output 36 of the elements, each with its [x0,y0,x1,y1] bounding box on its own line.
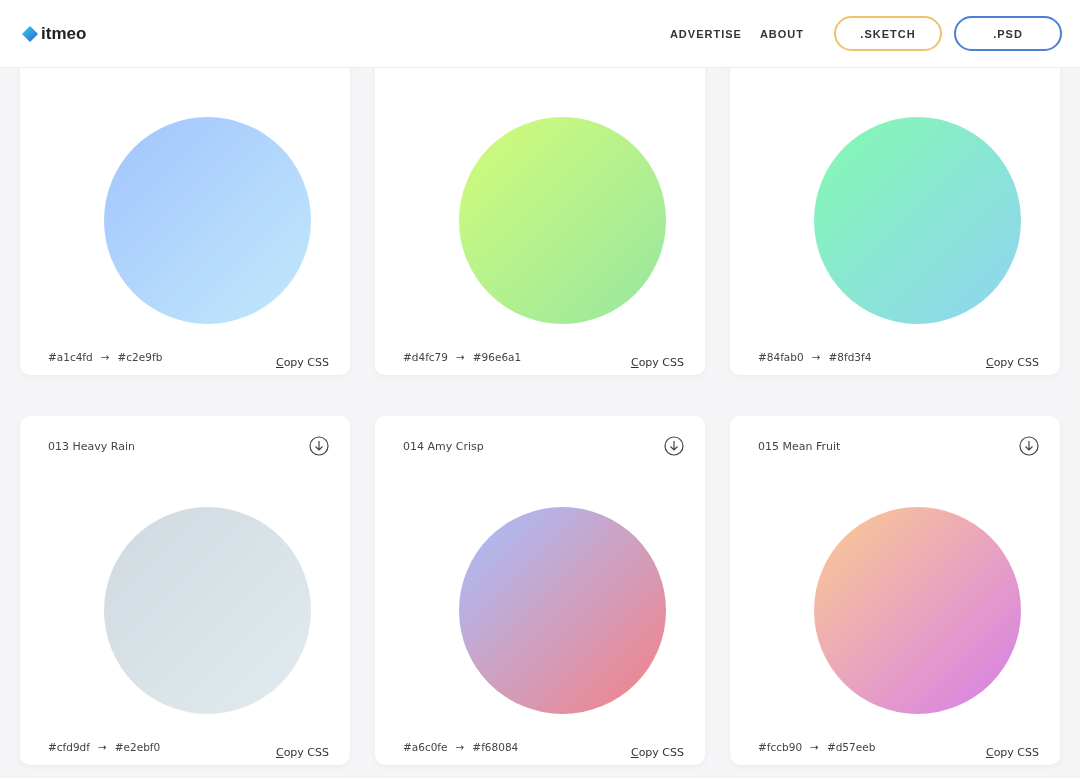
gradient-title: 014 Amy Crisp [403,439,484,453]
arrow-text: → [455,741,465,755]
hex-color: #8fd3f4 [828,351,872,365]
download-button[interactable]: .SKETCH [834,16,942,51]
hex-color: #fccb90 [758,741,803,755]
brand-name: itmeo [41,23,87,44]
copy-css-button[interactable]: Copy CSS [275,746,329,759]
download-icon[interactable] [309,436,329,456]
hex-color: #a6c0fe [403,741,448,755]
copy-css-button[interactable]: Copy CSS [630,746,684,759]
nav-link[interactable]: ADVERTISE [669,27,742,40]
copy-css-button[interactable]: Copy CSS [985,746,1039,759]
gradient-title: 013 Heavy Rain [48,439,135,453]
hex-color: #cfd9df [48,741,90,755]
hex-color: #f68084 [472,741,519,755]
copy-css-button[interactable]: Copy CSS [630,356,684,369]
logo-icon [22,25,38,42]
arrow-text: → [98,741,107,755]
download-icon[interactable] [664,436,684,456]
hex-color: #96e6a1 [472,351,522,365]
hex-color: #c2e9fb [117,351,163,365]
download-button[interactable]: .PSD [954,16,1062,51]
hex-color: #d57eeb [826,741,876,755]
arrow-text: → [456,351,465,365]
arrow-text: → [100,351,110,365]
hex-color: #e2ebf0 [114,741,161,755]
hex-color: #a1c4fd [48,351,93,365]
gradient-title: 015 Mean Fruit [758,439,841,453]
hex-color: #d4fc79 [403,351,448,365]
arrow-text: → [810,741,819,755]
copy-css-button[interactable]: Copy CSS [985,356,1039,369]
nav-link[interactable]: ABOUT [759,27,804,40]
copy-css-button[interactable]: Copy CSS [275,356,329,369]
hex-color: #84fab0 [758,351,804,365]
arrow-text: → [811,351,821,365]
download-icon[interactable] [1019,436,1039,456]
